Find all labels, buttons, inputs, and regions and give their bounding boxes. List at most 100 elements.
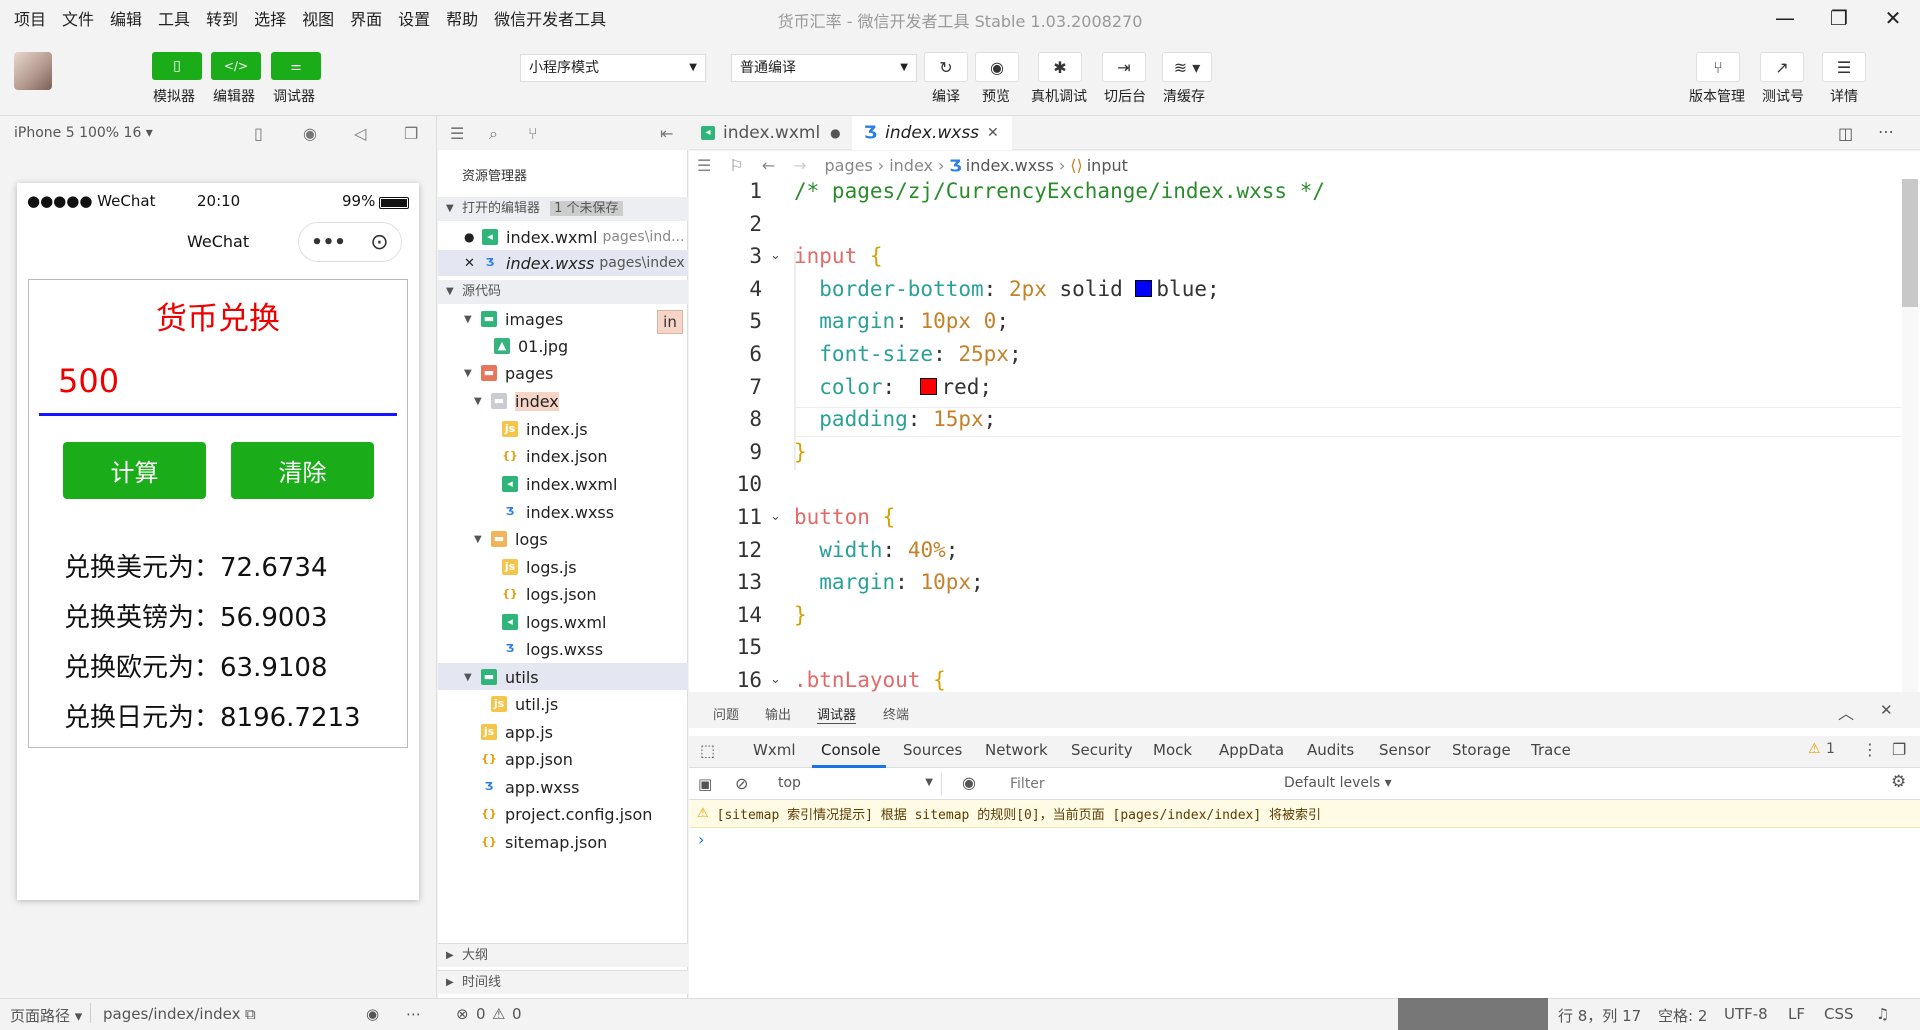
tab-index-wxml[interactable]: ◂ index.wxml ● <box>689 116 849 150</box>
tree-file-logsjson[interactable]: {} logs.json <box>502 581 596 607</box>
tree-file-logswxss[interactable]: Ʒlogs.wxss <box>502 636 603 662</box>
avatar[interactable] <box>14 52 52 90</box>
tree-file-appjs[interactable]: js app.js <box>481 719 553 745</box>
language-mode[interactable]: CSS <box>1824 1005 1854 1023</box>
forward-icon[interactable]: → <box>793 156 806 175</box>
popout-icon[interactable]: ❐ <box>404 124 418 143</box>
tab-mock[interactable]: Mock <box>1153 741 1192 759</box>
tab-security[interactable]: Security <box>1071 741 1133 759</box>
warning-icon[interactable]: ⚠ <box>492 1005 505 1023</box>
timeline-section[interactable]: ▶ 时间线 <box>438 970 688 994</box>
test-button[interactable]: ↗ <box>1760 52 1804 82</box>
maximize-icon[interactable]: ❐ <box>1812 0 1866 36</box>
eye-icon[interactable]: ◉ <box>962 773 976 792</box>
preview-button[interactable]: ◉ <box>975 52 1019 82</box>
encoding[interactable]: UTF-8 <box>1724 1005 1768 1023</box>
close-icon[interactable]: ✕ <box>464 256 475 271</box>
outline-section[interactable]: ▶ 大纲 <box>438 943 688 967</box>
menu-view[interactable]: 视图 <box>302 6 334 30</box>
color-swatch-icon[interactable] <box>1135 279 1153 297</box>
collapse-icon[interactable]: ⇤ <box>660 124 673 143</box>
phone-icon[interactable]: ▯ <box>254 124 263 143</box>
tab-audits[interactable]: Audits <box>1307 741 1354 759</box>
open-editors-section[interactable]: ▼ 打开的编辑器 1 个未保存 <box>438 197 688 221</box>
context-select[interactable]: top ▼ <box>770 773 942 795</box>
crumb-pages[interactable]: pages <box>825 156 873 175</box>
list-icon[interactable]: ☰ <box>450 124 464 143</box>
menu-settings[interactable]: 设置 <box>398 6 430 30</box>
tab-storage[interactable]: Storage <box>1452 741 1511 759</box>
tab-trace[interactable]: Trace <box>1531 741 1571 759</box>
tree-file-sitemap[interactable]: {} sitemap.json <box>481 829 607 855</box>
crumb-file[interactable]: index.wxss <box>966 156 1054 175</box>
mode-select[interactable]: 小程序模式 ▼ <box>520 54 706 82</box>
tree-file-indexjs[interactable]: js index.js <box>502 416 588 442</box>
tree-file-logswxml[interactable]: ◂ logs.wxml <box>502 609 606 635</box>
open-file-wxss[interactable]: ✕ Ʒ index.wxss pages\index <box>464 250 685 276</box>
record-icon[interactable]: ◉ <box>303 124 317 143</box>
warning-icon[interactable]: ⚠ <box>1808 741 1821 757</box>
tree-file-projectconfig[interactable]: {} project.config.json <box>481 801 652 827</box>
close-icon[interactable]: ✕ <box>1866 0 1920 36</box>
tab-network[interactable]: Network <box>985 741 1048 759</box>
volume-icon[interactable]: ◁ <box>354 124 366 143</box>
inspect-icon[interactable]: ⬚ <box>700 741 715 760</box>
tree-folder-utils[interactable]: ▬ utils <box>481 664 539 690</box>
menu-devtools[interactable]: 微信开发者工具 <box>494 6 606 30</box>
more-icon[interactable]: ⋯ <box>1878 122 1894 141</box>
menu-file[interactable]: 文件 <box>62 6 94 30</box>
menu-tools[interactable]: 工具 <box>158 6 190 30</box>
copy-icon[interactable]: ⧉ <box>245 1005 256 1023</box>
tree-folder-pages[interactable]: ▬ pages <box>481 360 553 386</box>
bookmark-icon[interactable]: ⚐ <box>729 156 743 175</box>
fold-chevron-icon[interactable]: ⌄ <box>770 672 781 687</box>
filter-input[interactable] <box>1002 772 1272 796</box>
real-debug-button[interactable]: ✱ <box>1038 52 1082 82</box>
editor-scrollbar[interactable] <box>1902 179 1918 692</box>
amount-input[interactable]: 500 <box>58 362 119 400</box>
eye-icon[interactable]: ◉ <box>366 1005 379 1023</box>
line-ending[interactable]: LF <box>1788 1005 1805 1023</box>
close-icon[interactable]: ✕ <box>1880 701 1893 719</box>
tab-wxml[interactable]: Wxml <box>753 741 796 759</box>
fold-chevron-icon[interactable]: ⌄ <box>770 248 781 263</box>
indentation[interactable]: 空格: 2 <box>1658 1005 1707 1026</box>
tab-output[interactable]: 输出 <box>765 704 791 723</box>
scrollbar-thumb[interactable] <box>1902 179 1918 307</box>
tab-console[interactable]: Console <box>821 741 881 759</box>
levels-select[interactable]: Default levels ▾ <box>1284 775 1392 791</box>
kebab-icon[interactable]: ⋮ <box>1862 740 1878 759</box>
color-swatch-icon[interactable] <box>920 377 938 395</box>
tab-index-wxss[interactable]: Ʒ index.wxss ✕ <box>852 116 1012 150</box>
tree-file-utiljs[interactable]: js util.js <box>491 691 558 717</box>
error-icon[interactable]: ⊗ <box>456 1005 469 1023</box>
source-section[interactable]: ▼ 源代码 <box>438 280 688 304</box>
compile-button[interactable]: ↻ <box>924 52 968 82</box>
clear-button[interactable]: 清除 <box>231 442 374 499</box>
menu-select[interactable]: 选择 <box>254 6 286 30</box>
tab-debugger[interactable]: 调试器 <box>817 704 857 724</box>
list-icon[interactable]: ☰ <box>697 156 711 175</box>
version-button[interactable]: ⑂ <box>1696 52 1740 82</box>
tab-sources[interactable]: Sources <box>903 741 962 759</box>
tree-file-indexwxml[interactable]: ◂ index.wxml <box>502 471 617 497</box>
debugger-button[interactable]: ⚌ <box>271 52 321 80</box>
menu-help[interactable]: 帮助 <box>446 6 478 30</box>
console-prompt-icon[interactable]: › <box>698 830 704 849</box>
more-icon[interactable]: ⋯ <box>406 1005 421 1023</box>
editor-button[interactable]: </> <box>211 52 261 80</box>
search-icon[interactable]: ⌕ <box>489 124 498 144</box>
more-icon[interactable]: ••• <box>311 232 346 253</box>
open-file-wxml[interactable]: ● ◂ index.wxml pages\ind... <box>464 224 684 250</box>
minimize-icon[interactable]: — <box>1758 0 1812 36</box>
simulator-button[interactable]: ▯ <box>152 52 202 80</box>
menu-edit[interactable]: 编辑 <box>110 6 142 30</box>
back-icon[interactable]: ← <box>762 156 775 175</box>
tree-file-indexwxss[interactable]: Ʒindex.wxss <box>502 499 614 525</box>
tree-file-logsjs[interactable]: js logs.js <box>502 554 577 580</box>
dock-icon[interactable]: ❐ <box>1892 740 1906 759</box>
tree-folder-images[interactable]: ▬ images <box>481 306 563 332</box>
tab-problems[interactable]: 问题 <box>713 704 739 723</box>
git-icon[interactable]: ⑂ <box>528 124 538 143</box>
bell-icon[interactable]: ♫ <box>1876 1005 1889 1023</box>
